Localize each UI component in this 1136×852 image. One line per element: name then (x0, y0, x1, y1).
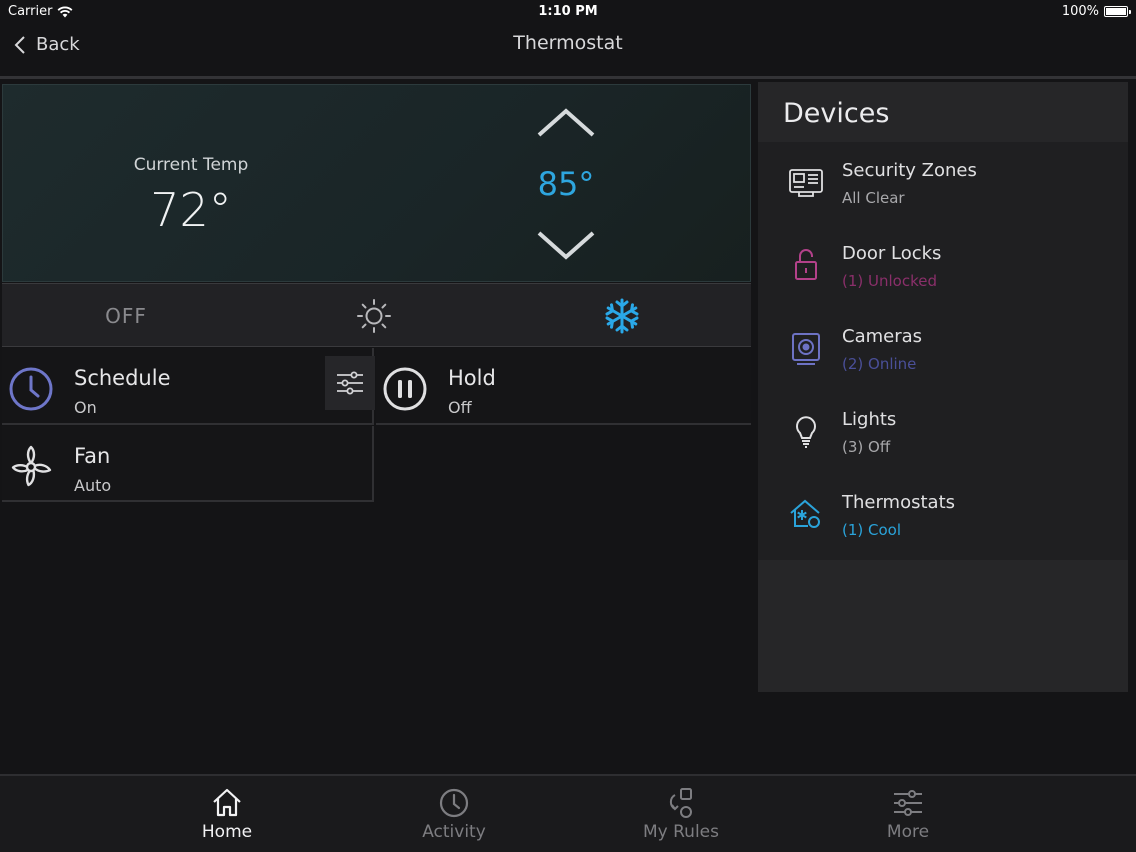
schedule-status: On (74, 398, 97, 417)
current-temp-label: Current Temp (133, 155, 249, 175)
setpoint-value: 85° (537, 165, 595, 203)
snowflake-icon (605, 298, 639, 334)
mode-cool-button[interactable] (498, 284, 746, 348)
battery-icon (1104, 6, 1131, 17)
battery-percent: 100% (1061, 4, 1099, 19)
nav-divider (0, 76, 1136, 79)
sliders-icon (337, 371, 363, 395)
tab-bar: Home Activity My Rules More (0, 774, 1136, 852)
devices-title: Devices (783, 98, 890, 129)
tab-label: Activity (422, 822, 486, 842)
thermostat-house-icon (790, 499, 820, 528)
device-name: Door Locks (842, 243, 942, 264)
device-name: Lights (842, 409, 897, 430)
security-panel-icon (789, 169, 823, 197)
device-security-zones[interactable]: Security Zones All Clear (758, 142, 1128, 225)
temp-increase-button[interactable] (533, 103, 599, 143)
chevron-down-icon (537, 231, 595, 260)
device-status: (1) Cool (842, 521, 902, 539)
device-name: Security Zones (842, 160, 977, 181)
tab-home[interactable]: Home (167, 786, 287, 846)
fan-tile[interactable]: Fan Auto (2, 426, 374, 502)
fan-icon (11, 445, 52, 487)
mode-selector: OFF (2, 283, 751, 347)
rules-icon (669, 788, 692, 818)
device-list: Security Zones All Clear Door Locks (1) … (758, 142, 1128, 560)
hold-title: Hold (448, 366, 496, 390)
sliders-icon (894, 790, 922, 816)
mode-off-label: OFF (105, 304, 147, 328)
tab-activity[interactable]: Activity (394, 786, 514, 846)
device-status: (1) Unlocked (842, 272, 937, 290)
device-status: (3) Off (842, 438, 891, 456)
camera-icon (792, 333, 820, 365)
hold-status: Off (448, 398, 472, 417)
devices-panel: Devices Security Zones All Clear Door Lo… (758, 82, 1128, 692)
device-thermostats[interactable]: Thermostats (1) Cool (758, 474, 1128, 557)
device-name: Thermostats (842, 492, 956, 513)
lightbulb-icon (796, 416, 816, 448)
device-door-locks[interactable]: Door Locks (1) Unlocked (758, 225, 1128, 308)
hold-tile[interactable]: Hold Off (376, 348, 751, 425)
schedule-tile[interactable]: Schedule On (2, 348, 375, 425)
fan-title: Fan (74, 444, 111, 468)
page-title: Thermostat (513, 32, 623, 54)
temp-decrease-button[interactable] (533, 225, 599, 265)
chevron-up-icon (537, 108, 595, 137)
fan-status: Auto (74, 476, 112, 495)
device-status: (2) Online (842, 355, 917, 373)
tab-label: Home (201, 822, 253, 842)
tab-my-rules[interactable]: My Rules (621, 786, 741, 846)
devices-panel-footer (758, 560, 1128, 692)
device-cameras[interactable]: Cameras (2) Online (758, 308, 1128, 391)
device-lights[interactable]: Lights (3) Off (758, 391, 1128, 474)
mode-heat-button[interactable] (250, 284, 498, 348)
thermostat-panel: Current Temp 72° 85° (2, 84, 751, 282)
pause-icon (383, 367, 427, 411)
status-time: 1:10 PM (538, 4, 598, 19)
status-bar: Carrier 1:10 PM 100% (0, 0, 1136, 24)
schedule-title: Schedule (74, 366, 171, 390)
home-icon (213, 788, 241, 817)
devices-header: Devices (758, 82, 1128, 142)
device-status: All Clear (842, 189, 905, 207)
schedule-settings-button[interactable] (325, 356, 375, 410)
battery-info: 100% (1061, 4, 1131, 19)
tab-label: My Rules (643, 822, 719, 842)
sun-icon (357, 299, 391, 333)
unlocked-padlock-icon (795, 249, 817, 280)
tab-more[interactable]: More (848, 786, 968, 846)
clock-icon (9, 367, 53, 411)
current-temp-value: 72° (150, 183, 232, 237)
navigation-bar: Back Thermostat (0, 24, 1136, 76)
mode-off-button[interactable]: OFF (2, 284, 250, 348)
device-name: Cameras (842, 326, 923, 347)
clock-icon (439, 788, 469, 818)
tab-label: More (886, 822, 930, 842)
